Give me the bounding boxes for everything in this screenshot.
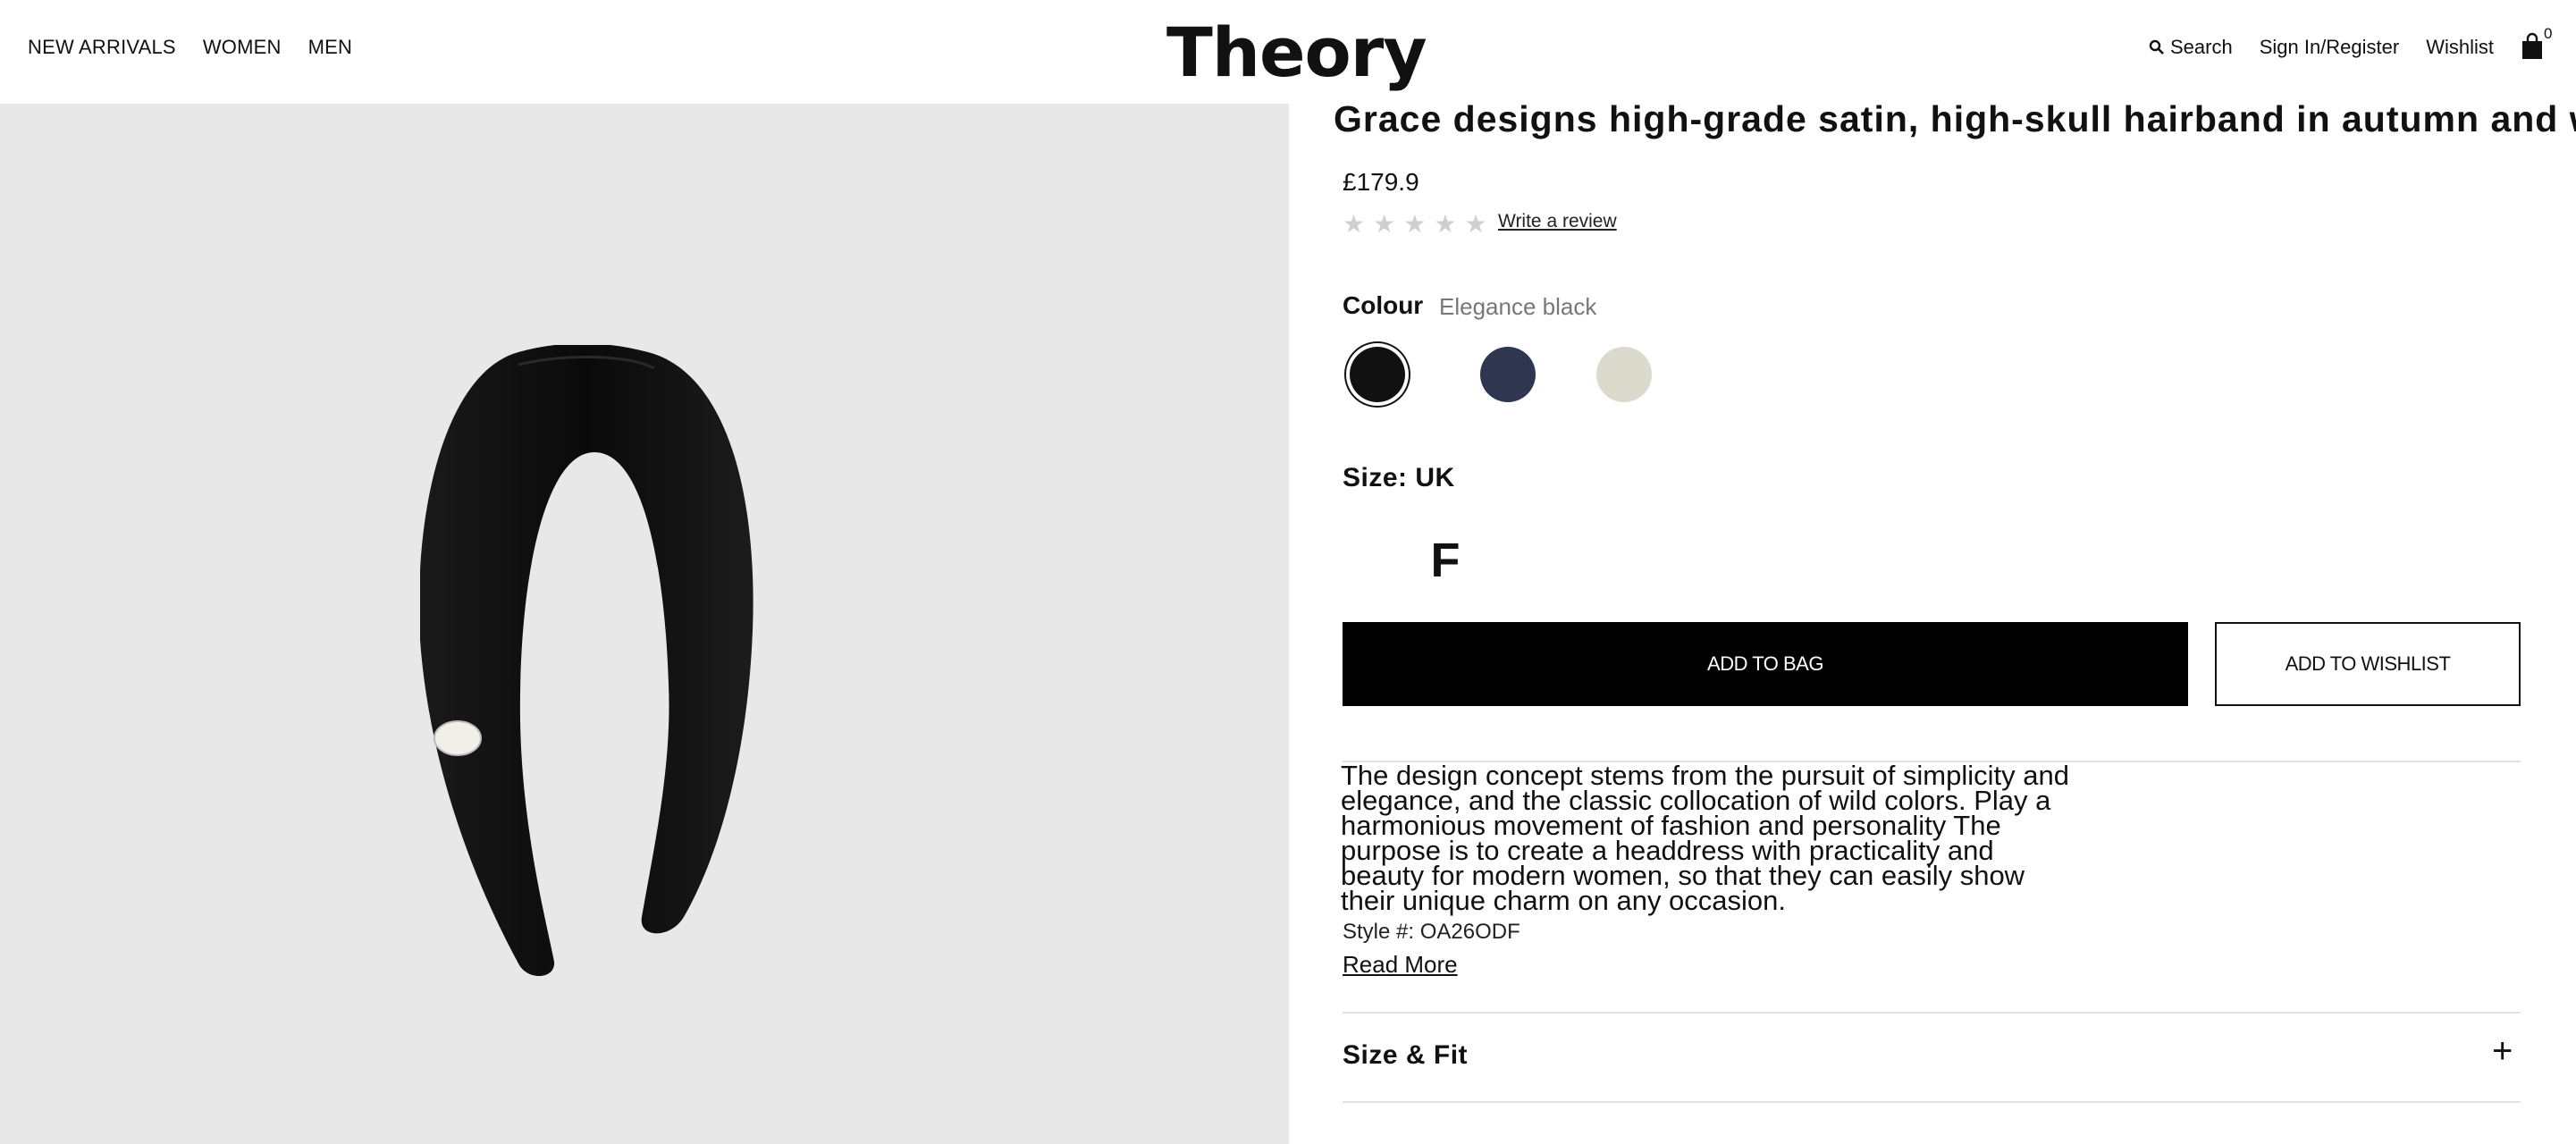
star-icon: ★ — [1464, 210, 1487, 238]
utility-nav: Search Sign In/Register Wishlist 0 — [2149, 25, 2552, 63]
product-image-panel[interactable] — [0, 104, 1289, 1144]
bag-count-badge: 0 — [2544, 25, 2553, 42]
search-button[interactable]: Search — [2149, 36, 2233, 59]
size-option-label: F — [1430, 534, 1461, 587]
colour-swatch-cream[interactable] — [1596, 347, 1652, 402]
star-icon: ★ — [1343, 210, 1366, 238]
star-icon: ★ — [1373, 210, 1396, 238]
shopping-bag-icon — [2522, 32, 2542, 59]
shopping-bag-button[interactable]: 0 — [2521, 25, 2552, 63]
colour-value: Elegance black — [1439, 293, 1597, 320]
brand-logo[interactable]: Theory — [1166, 13, 1427, 92]
style-number: Style #: OA26ODF — [1343, 920, 1520, 944]
wishlist-link[interactable]: Wishlist — [2426, 36, 2494, 59]
nav-women[interactable]: WOMEN — [203, 36, 282, 59]
product-image-hairband — [420, 345, 753, 976]
write-review-link[interactable]: Write a review — [1498, 211, 1617, 232]
size-label: Size: UK — [1343, 463, 1455, 492]
product-info: Grace designs high-grade satin, high-sku… — [1289, 89, 2576, 1144]
product-title: Grace designs high-grade satin, high-sku… — [1334, 98, 2576, 139]
star-icon: ★ — [1434, 210, 1457, 238]
add-to-wishlist-button[interactable]: ADD TO WISHLIST — [2215, 622, 2521, 706]
expand-plus-icon[interactable]: + — [2492, 1033, 2513, 1069]
nav-new-arrivals[interactable]: NEW ARRIVALS — [28, 36, 176, 59]
site-header: NEW ARRIVALS WOMEN MEN Theory Search Sig… — [0, 0, 2576, 104]
size-option-f[interactable]: F — [1343, 518, 1548, 602]
star-icon: ★ — [1403, 210, 1427, 238]
colour-swatch-black[interactable] — [1350, 347, 1405, 402]
search-label: Search — [2169, 36, 2233, 58]
rating-stars[interactable]: ★ ★ ★ ★ ★ — [1343, 209, 1487, 239]
divider — [1343, 1101, 2521, 1103]
colour-swatches — [1343, 340, 1700, 411]
accordion-size-fit[interactable]: Size & Fit — [1343, 1040, 1468, 1071]
search-icon — [2149, 39, 2164, 55]
colour-label: Colour — [1343, 291, 1424, 319]
nav-men[interactable]: MEN — [308, 36, 353, 59]
product-description: The design concept stems from the pursui… — [1341, 760, 2069, 916]
read-more-link[interactable]: Read More — [1343, 951, 1458, 979]
sign-in-link[interactable]: Sign In/Register — [2260, 36, 2400, 59]
divider — [1343, 1012, 2521, 1014]
colour-swatch-navy[interactable] — [1480, 347, 1536, 402]
add-to-bag-button[interactable]: ADD TO BAG — [1343, 622, 2188, 706]
main-nav: NEW ARRIVALS WOMEN MEN — [28, 36, 352, 59]
product-price: £179.9 — [1343, 168, 1419, 196]
